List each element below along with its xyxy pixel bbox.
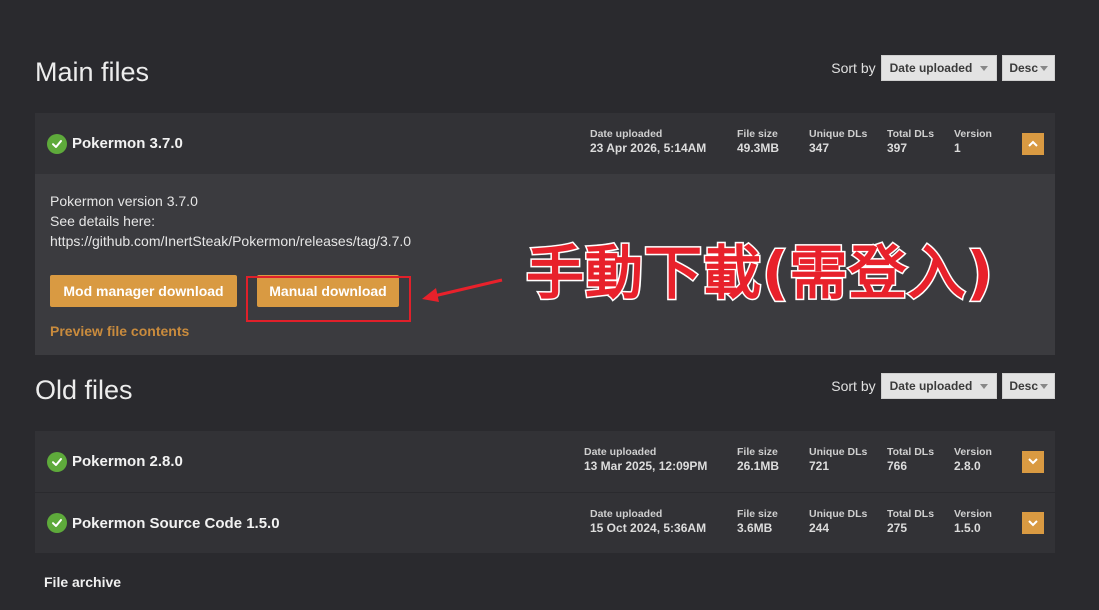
chevron-down-icon (980, 65, 989, 71)
expand-button[interactable] (1022, 512, 1044, 534)
preview-file-contents-link[interactable]: Preview file contents (50, 323, 189, 339)
chevron-down-icon (1028, 458, 1038, 465)
stat-value: 244 (809, 521, 830, 535)
stat-version: Version 1.5.0 (954, 508, 992, 535)
main-sort-bar: Sort by Date uploaded Desc (831, 55, 1055, 81)
stat-label: Date uploaded (590, 508, 663, 520)
highlight-box (246, 276, 411, 322)
main-files-title: Main files (35, 57, 150, 87)
stat-value: 1.5.0 (954, 521, 981, 535)
stat-date: Date uploaded 23 Apr 2026, 5:14AM (590, 128, 706, 155)
chevron-down-icon (1028, 519, 1038, 526)
stat-date: Date uploaded 13 Mar 2025, 12:09PM (584, 446, 707, 473)
description-link[interactable]: https://github.com/InertSteak/Pokermon/r… (50, 231, 411, 251)
stat-value: 1 (954, 141, 961, 155)
stat-value: 3.6MB (737, 521, 773, 535)
stat-label: Total DLs (887, 446, 935, 458)
file-name: Pokermon 3.7.0 (72, 135, 183, 152)
stat-label: Total DLs (887, 508, 935, 520)
stat-value: 275 (887, 521, 908, 535)
stat-value: 49.3MB (737, 141, 780, 155)
stat-label: Unique DLs (809, 128, 868, 140)
stat-label: Date uploaded (590, 128, 663, 140)
stat-unique: Unique DLs 244 (809, 508, 867, 535)
chevron-up-icon (1028, 140, 1038, 147)
collapse-button[interactable] (1022, 132, 1044, 155)
stat-total: Total DLs 397 (887, 128, 934, 155)
description-line: See details here: (50, 213, 156, 229)
file-name: Pokermon 2.8.0 (72, 453, 183, 470)
stat-unique: Unique DLs 347 (809, 128, 867, 155)
stat-label: Version (954, 508, 992, 520)
stat-label: File size (737, 128, 778, 140)
stat-size: File size 3.6MB (737, 508, 778, 535)
stat-date: Date uploaded 15 Oct 2024, 5:36AM (590, 508, 706, 535)
stat-version: Version 1 (954, 128, 992, 155)
stat-label: Unique DLs (809, 446, 868, 458)
stat-value: 397 (887, 141, 908, 155)
old-sort-bar: Sort by Date uploaded Desc (831, 373, 1055, 399)
stat-label: Unique DLs (809, 508, 868, 520)
check-icon (47, 133, 67, 154)
file-archive-link[interactable]: File archive (44, 574, 121, 590)
chevron-down-icon (980, 383, 989, 389)
stat-value: 13 Mar 2025, 12:09PM (584, 459, 708, 473)
stat-total: Total DLs 275 (887, 508, 934, 535)
file-header-row[interactable]: Pokermon 2.8.0 Date uploaded 13 Mar 2025… (35, 431, 1055, 492)
stat-value: 26.1MB (737, 459, 780, 473)
stat-label: Version (954, 446, 992, 458)
file-title: Pokermon 3.7.0 (47, 133, 183, 154)
description-line: Pokermon version 3.7.0 (50, 193, 198, 209)
stat-value: 23 Apr 2026, 5:14AM (590, 141, 707, 155)
check-icon (47, 451, 67, 472)
sort-field-value: Date uploaded (889, 379, 973, 393)
stat-label: Version (954, 128, 992, 140)
stat-value: 15 Oct 2024, 5:36AM (590, 521, 707, 535)
stat-unique: Unique DLs 721 (809, 446, 867, 473)
stat-label: Date uploaded (584, 446, 657, 458)
stat-value: 347 (809, 141, 830, 155)
stat-value: 721 (809, 459, 830, 473)
check-icon (47, 513, 67, 533)
old-files-title: Old files (35, 375, 133, 405)
sort-order-select[interactable]: Desc (1002, 373, 1055, 399)
sort-order-value: Desc (1009, 379, 1038, 393)
stat-size: File size 26.1MB (737, 446, 779, 473)
file-header-row[interactable]: Pokermon Source Code 1.5.0 Date uploaded… (35, 492, 1055, 553)
file-title: Pokermon Source Code 1.5.0 (47, 513, 280, 533)
file-title: Pokermon 2.8.0 (47, 451, 183, 472)
sort-field-value: Date uploaded (889, 61, 973, 75)
arrow-icon (422, 278, 503, 302)
sort-order-select[interactable]: Desc (1002, 55, 1055, 81)
file-header-row[interactable]: Pokermon 3.7.0 Date uploaded 23 Apr 2026… (35, 113, 1055, 174)
sort-label: Sort by (831, 60, 876, 76)
stat-label: File size (737, 446, 778, 458)
sort-field-select[interactable]: Date uploaded (880, 373, 998, 399)
old-files-list: Pokermon 2.8.0 Date uploaded 13 Mar 2025… (35, 431, 1055, 553)
annotation-label: 手動下載(需登入) (524, 238, 995, 309)
stat-value: 766 (887, 459, 908, 473)
stat-version: Version 2.8.0 (954, 446, 992, 473)
stat-label: File size (737, 508, 778, 520)
file-name: Pokermon Source Code 1.5.0 (72, 514, 280, 532)
stat-size: File size 49.3MB (737, 128, 779, 155)
expand-button[interactable] (1022, 450, 1044, 473)
stat-label: Total DLs (887, 128, 935, 140)
stat-value: 2.8.0 (954, 459, 981, 473)
sort-label: Sort by (831, 378, 876, 394)
sort-field-select[interactable]: Date uploaded (880, 55, 998, 81)
chevron-down-icon (1040, 65, 1048, 71)
mod-manager-download-button[interactable]: Mod manager download (50, 275, 237, 307)
file-description: Pokermon version 3.7.0 See details here:… (50, 191, 411, 251)
chevron-down-icon (1040, 383, 1048, 389)
sort-order-value: Desc (1009, 61, 1038, 75)
stat-total: Total DLs 766 (887, 446, 934, 473)
